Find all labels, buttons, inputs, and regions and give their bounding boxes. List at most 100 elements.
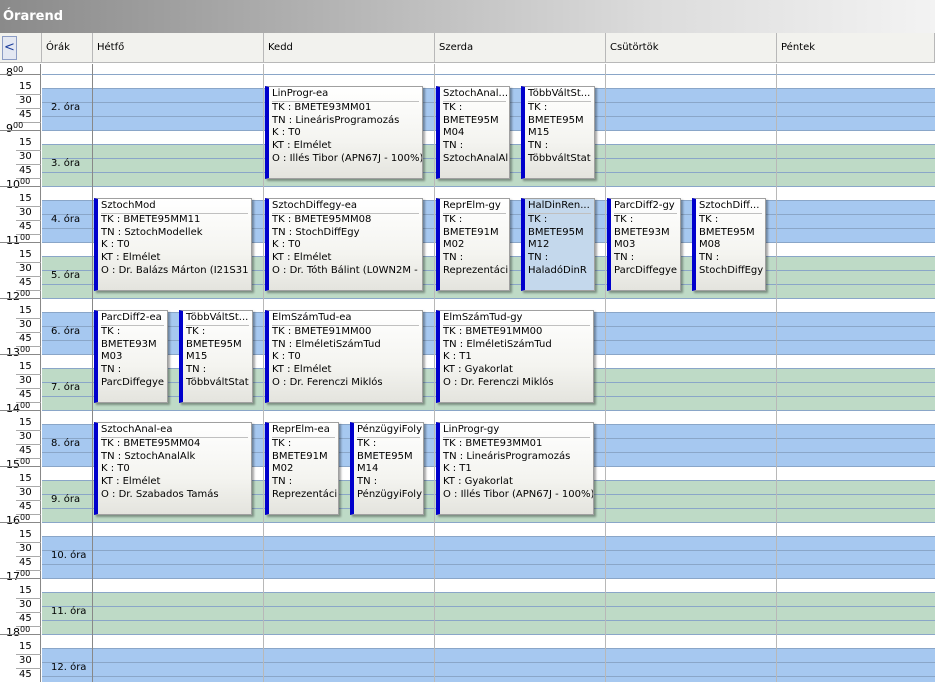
course-card[interactable]: SztochAnal-ea TK : BMETE95MM04 TN : Sztoch… <box>94 422 252 515</box>
course-card-line: KT : Elmélet <box>272 140 332 152</box>
minute-label: 30 <box>19 151 32 162</box>
course-card-title: TöbbVáltSt... <box>186 312 249 326</box>
course-card-line: O : Dr. Ferenczi Miklós <box>443 376 554 388</box>
minute-label: 15 <box>19 81 32 92</box>
course-card-title: PénzügyiFoly <box>357 424 422 438</box>
window-title: Órarend <box>3 9 64 24</box>
course-card-line: M15 <box>528 127 550 139</box>
course-card[interactable]: SztochAnal... TK : BMETE95M M04 TN : SztochAn… <box>436 86 510 179</box>
hour-tick <box>0 242 41 243</box>
period-label: 9. óra <box>51 494 81 505</box>
minute-label: 30 <box>19 599 32 610</box>
timetable-grid[interactable]: < Órák Hétfő Kedd Szerda Csütörtök Pénte… <box>0 33 935 682</box>
column-header-szerda[interactable]: Szerda <box>435 33 606 63</box>
grid-line <box>42 74 935 75</box>
course-card-line: TN : LineárisProgramozás <box>272 114 400 126</box>
period-label: 6. óra <box>51 326 81 337</box>
column-header-pentek[interactable]: Péntek <box>777 33 935 63</box>
column-divider <box>605 64 606 682</box>
course-card-line: K : T0 <box>101 239 130 251</box>
course-card-line: TK : BMETE93MM01 <box>443 437 543 449</box>
course-card-line: M04 <box>443 127 465 139</box>
minute-label: 45 <box>19 501 32 512</box>
minute-label: 45 <box>19 445 32 456</box>
course-card[interactable]: ElmSzámTud-ea TK : BMETE91MM00 TN : Elméle… <box>265 310 423 403</box>
minute-label: 45 <box>19 669 32 680</box>
minute-label: 45 <box>19 165 32 176</box>
course-card[interactable]: ElmSzámTud-gy TK : BMETE91MM00 TN : Elméle… <box>436 310 594 403</box>
minute-label: 30 <box>19 487 32 498</box>
period-label: 4. óra <box>51 214 81 225</box>
course-card-line: O : Dr. Balázs Márton (I21S31 <box>101 264 249 276</box>
minute-label: 15 <box>19 473 32 484</box>
course-card-line: BMETE95M <box>528 114 584 126</box>
course-card-line: TN : ElméletiSzámTud <box>272 338 381 350</box>
course-card-line: TN : <box>101 364 122 376</box>
column-divider <box>776 64 777 682</box>
minute-label: 15 <box>19 361 32 372</box>
course-card-title: ReprElm-ea <box>272 424 335 438</box>
course-card-line: TK : <box>699 213 719 225</box>
course-card[interactable]: LinProgr-gy TK : BMETE93MM01 TN : Lineáris… <box>436 422 594 515</box>
hour-label: 1200 <box>6 289 31 303</box>
grid-line <box>42 186 935 187</box>
course-card[interactable]: HalDinRen... TK : BMETE95M M12 TN : HaladóDin… <box>521 198 595 291</box>
course-card[interactable]: SztochDiffegy-ea TK : BMETE95MM08 TN : Sto… <box>265 198 423 291</box>
hour-tick <box>0 74 41 75</box>
course-card[interactable]: ReprElm-ea TK : BMETE91M M02 TN : Reprezentác… <box>265 422 339 515</box>
course-card-line: ParcDiffegye <box>614 264 678 276</box>
course-card-title: SztochDiff... <box>699 200 762 214</box>
hour-label: 900 <box>6 121 24 135</box>
course-card-line: M03 <box>101 351 123 363</box>
column-divider <box>434 64 435 682</box>
course-card-line: O : Dr. Szabados Tamás <box>101 488 219 500</box>
hour-minutes-label: 00 <box>13 65 24 74</box>
course-card-line: M08 <box>699 239 721 251</box>
course-card-line: TK : <box>272 437 292 449</box>
course-card-line: K : T0 <box>272 351 301 363</box>
course-card-line: ParcDiffegye <box>101 376 165 388</box>
course-card-line: BMETE91M <box>272 450 328 462</box>
hour-tick <box>0 410 41 411</box>
hour-label: 1400 <box>6 401 31 415</box>
grid-line <box>42 298 935 299</box>
period-label: 12. óra <box>51 662 87 673</box>
course-card[interactable]: PénzügyiFoly TK : BMETE95M M14 TN : PénzügyiF… <box>350 422 424 515</box>
grid-line <box>42 564 935 565</box>
course-card-line: TN : SztochModellek <box>101 226 203 238</box>
course-card-line: O : Illés Tibor (APN67J - 100%) <box>443 488 594 500</box>
course-card-line: M12 <box>528 239 550 251</box>
course-card[interactable]: ParcDiff2-gy TK : BMETE93M M03 TN : ParcDiffe… <box>607 198 681 291</box>
course-card-line: Reprezentáci <box>272 488 338 500</box>
hour-label: 1800 <box>6 625 31 639</box>
grid-line <box>42 676 935 677</box>
minute-label: 45 <box>19 277 32 288</box>
course-card[interactable]: SztochMod TK : BMETE95MM11 TN : SztochMode… <box>94 198 252 291</box>
course-card-line: TN : <box>528 252 549 264</box>
course-card-line: KT : Gyakorlat <box>443 364 513 376</box>
column-header-kedd[interactable]: Kedd <box>264 33 435 63</box>
column-header-csutortok[interactable]: Csütörtök <box>606 33 777 63</box>
course-card-line: TK : <box>614 213 634 225</box>
minute-label: 15 <box>19 585 32 596</box>
course-card-line: BMETE95M <box>357 450 413 462</box>
minute-label: 45 <box>19 389 32 400</box>
course-card[interactable]: LinProgr-ea TK : BMETE93MM01 TN : Lineáris… <box>265 86 423 179</box>
course-card-title: SztochMod <box>101 200 248 214</box>
course-card[interactable]: ParcDiff2-ea TK : BMETE93M M03 TN : ParcDiffe… <box>94 310 168 403</box>
grid-line <box>42 536 935 537</box>
column-header-hetfo[interactable]: Hétfő <box>93 33 264 63</box>
course-card-line: Reprezentáci <box>443 264 509 276</box>
course-card-line: M02 <box>272 463 294 475</box>
minute-label: 30 <box>19 655 32 666</box>
course-card[interactable]: ReprElm-gy TK : BMETE91M M02 TN : Reprezentác… <box>436 198 510 291</box>
course-card[interactable]: TöbbVáltSt... TK : BMETE95M M15 TN : Többvált… <box>521 86 595 179</box>
grid-line <box>42 662 935 663</box>
course-card-line: TN : <box>186 364 207 376</box>
course-card[interactable]: TöbbVáltSt... TK : BMETE95M M15 TN : Többvált… <box>179 310 253 403</box>
prev-week-button[interactable]: < <box>2 36 17 60</box>
course-card[interactable]: SztochDiff... TK : BMETE95M M08 TN : StochDif… <box>692 198 766 291</box>
minute-label: 30 <box>19 95 32 106</box>
course-card-line: StochDiffEgy <box>699 264 764 276</box>
course-card-line: TK : <box>101 325 121 337</box>
